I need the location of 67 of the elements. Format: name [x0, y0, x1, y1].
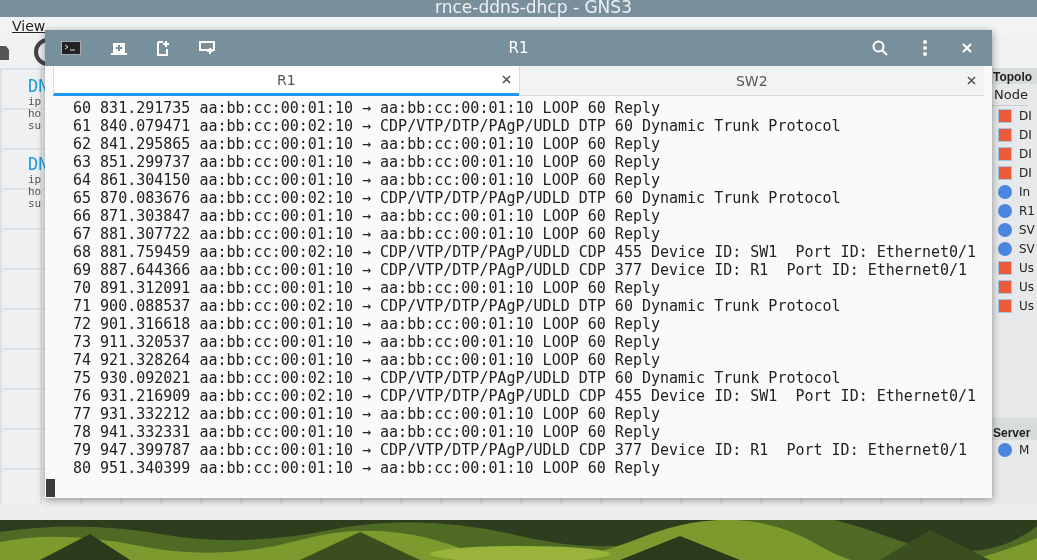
output-line: 60 831.291735 aa:bb:cc:00:01:10 → aa:bb:cc:00:01:10 LOOP 60 Reply — [73, 99, 660, 117]
search-icon[interactable] — [872, 40, 888, 56]
output-line: 70 891.312091 aa:bb:cc:00:01:10 → aa:bb:cc:00:01:10 LOOP 60 Reply — [73, 279, 660, 297]
output-line: 75 930.092021 aa:bb:cc:00:02:10 → CDP/VTP/DTP/PAgP/UDLD DTP 60 Dynamic Trunk Protocol — [73, 369, 841, 387]
panel-title: Server — [992, 426, 1031, 441]
output-line: 65 870.083676 aa:bb:cc:00:02:10 → CDP/VTP/DTP/PAgP/UDLD DTP 60 Dynamic Trunk Protocol — [73, 189, 841, 207]
node-name[interactable]: DI — [1019, 146, 1032, 161]
square-node-icon — [998, 165, 1012, 180]
circle-server-icon — [998, 442, 1012, 457]
node-name[interactable]: SV — [1019, 241, 1035, 256]
output-line: 67 881.307722 aa:bb:cc:00:01:10 → aa:bb:cc:00:01:10 LOOP 60 Reply — [73, 225, 660, 243]
output-line: 62 841.295865 aa:bb:cc:00:01:10 → aa:bb:cc:00:01:10 LOOP 60 Reply — [73, 135, 660, 153]
file-plus-icon[interactable] — [157, 40, 169, 56]
output-line: 64 861.304150 aa:bb:cc:00:01:10 → aa:bb:cc:00:01:10 LOOP 60 Reply — [73, 171, 660, 189]
square-node-icon — [998, 108, 1012, 123]
text-cursor — [46, 479, 55, 497]
output-line: 79 947.399787 aa:bb:cc:00:01:10 → CDP/VTP/DTP/PAgP/UDLD CDP 377 Device ID: R1 Port ID: Ethernet0/1 — [73, 441, 968, 459]
menu-icon[interactable] — [923, 40, 927, 56]
close-icon[interactable] — [967, 76, 976, 85]
square-node-icon — [998, 298, 1012, 313]
square-node-icon — [998, 279, 1012, 294]
output-line: 66 871.303847 aa:bb:cc:00:01:10 → aa:bb:cc:00:01:10 LOOP 60 Reply — [73, 207, 660, 225]
node-name[interactable]: Us — [1019, 279, 1035, 294]
node-name[interactable]: In — [1019, 184, 1031, 199]
tab[interactable]: SW2 — [518, 66, 984, 96]
node-note: su — [28, 198, 42, 211]
circle-node-icon — [998, 241, 1012, 256]
output-line: 71 900.088537 aa:bb:cc:00:02:10 → CDP/VTP/DTP/PAgP/UDLD DTP 60 Dynamic Trunk Protocol — [73, 297, 841, 315]
window-title: R1 — [508, 39, 529, 57]
node-name[interactable]: DI — [1019, 165, 1032, 180]
square-node-icon — [998, 146, 1012, 161]
output-line: 76 931.216909 aa:bb:cc:00:02:10 → CDP/VTP/DTP/PAgP/UDLD CDP 455 Device ID: SW1 Port ID: Ethernet0/1 — [73, 387, 977, 405]
tab-add-icon[interactable] — [111, 41, 127, 55]
circle-node-icon — [998, 203, 1012, 218]
output-line: 61 840.079471 aa:bb:cc:00:02:10 → CDP/VTP/DTP/PAgP/UDLD DTP 60 Dynamic Trunk Protocol — [73, 117, 841, 135]
output-line: 63 851.299737 aa:bb:cc:00:01:10 → aa:bb:cc:00:01:10 LOOP 60 Reply — [73, 153, 660, 171]
terminal-icon[interactable] — [61, 41, 81, 55]
node-name[interactable]: DI — [1019, 108, 1032, 123]
output-line: 68 881.759459 aa:bb:cc:00:02:10 → CDP/VTP/DTP/PAgP/UDLD CDP 455 Device ID: SW1 Port ID: Ethernet0/1 — [73, 243, 977, 261]
circle-node-icon — [998, 222, 1012, 237]
output-line: 69 887.644366 aa:bb:cc:00:01:10 → CDP/VTP/DTP/PAgP/UDLD CDP 377 Device ID: R1 Port ID: Ethernet0/1 — [73, 261, 968, 279]
node-name[interactable]: DI — [1019, 127, 1032, 142]
circle-node-icon — [998, 184, 1012, 199]
node-note: ip — [28, 96, 42, 109]
node-note: ho — [28, 108, 42, 121]
output-line: 77 931.332212 aa:bb:cc:00:01:10 → aa:bb:cc:00:01:10 LOOP 60 Reply — [73, 405, 660, 423]
window-title: rnce-ddns-dhcp - GNS3 — [435, 0, 632, 18]
output-line: 78 941.332331 aa:bb:cc:00:01:10 → aa:bb:cc:00:01:10 LOOP 60 Reply — [73, 423, 660, 441]
window-plus-icon[interactable] — [199, 41, 215, 55]
square-node-icon — [998, 260, 1012, 275]
node-note: ip — [28, 174, 42, 187]
menu-item[interactable]: View — [12, 18, 46, 35]
tab[interactable]: R1 — [53, 66, 519, 96]
close-icon[interactable] — [501, 75, 511, 84]
output-line: 80 951.340399 aa:bb:cc:00:01:10 → aa:bb:cc:00:01:10 LOOP 60 Reply — [73, 459, 660, 477]
node-name[interactable]: Us — [1019, 260, 1035, 275]
panel-title: Topolo — [992, 70, 1033, 85]
node-name[interactable]: Us — [1019, 298, 1035, 313]
node-note: ho — [28, 186, 42, 199]
output-line: 72 901.316618 aa:bb:cc:00:01:10 → aa:bb:cc:00:01:10 LOOP 60 Reply — [73, 315, 660, 333]
node-name[interactable]: R1 — [1019, 203, 1035, 218]
server-name[interactable]: M — [1019, 442, 1030, 457]
output-line: 74 921.328264 aa:bb:cc:00:01:10 → aa:bb:cc:00:01:10 LOOP 60 Reply — [73, 351, 660, 369]
node-name[interactable]: SV — [1019, 222, 1035, 237]
square-node-icon — [998, 127, 1012, 142]
output-line: 73 911.320537 aa:bb:cc:00:01:10 → aa:bb:cc:00:01:10 LOOP 60 Reply — [73, 333, 660, 351]
node-note: su — [28, 120, 42, 133]
